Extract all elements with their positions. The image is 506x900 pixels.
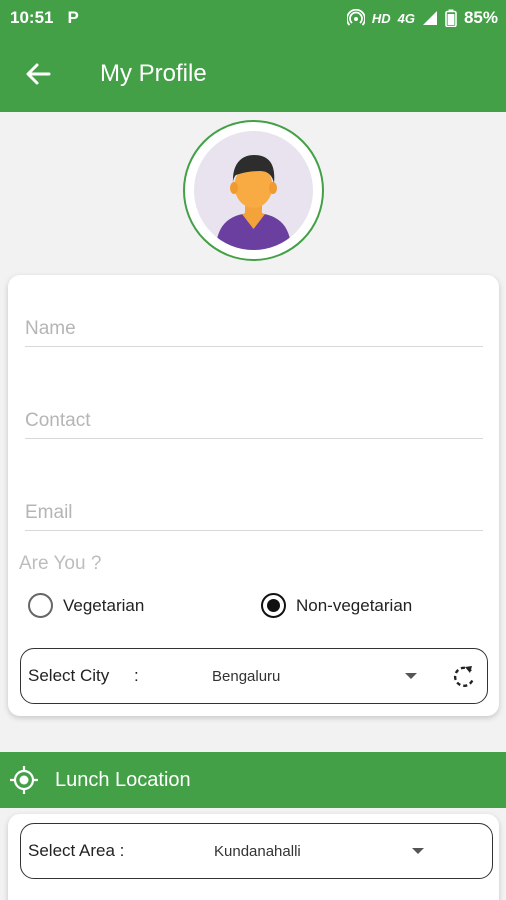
profile-form-card: Name Contact Email Are You ? Vegetarian … — [8, 275, 499, 716]
city-select[interactable]: Select City : Bengaluru — [20, 648, 488, 704]
email-field[interactable]: Email — [25, 479, 483, 531]
lunch-location-card: Select Area : Kundanahalli — [8, 814, 499, 900]
vegetarian-option[interactable]: Vegetarian — [28, 593, 144, 618]
status-time: 10:51 — [10, 8, 54, 27]
avatar-image — [194, 131, 313, 250]
gps-target-icon — [10, 766, 38, 794]
lunch-location-header: Lunch Location — [0, 752, 506, 808]
profile-avatar[interactable] — [183, 120, 324, 261]
app-bar: My Profile — [0, 36, 506, 112]
back-button[interactable] — [0, 36, 78, 112]
non-vegetarian-option[interactable]: Non-vegetarian — [261, 593, 412, 618]
parking-notification-icon: P — [67, 8, 79, 27]
vegetarian-label: Vegetarian — [63, 595, 145, 615]
user-avatar-icon — [216, 155, 291, 250]
status-right-group: HD 4G 85% — [346, 8, 498, 28]
name-field[interactable]: Name — [25, 295, 483, 347]
name-placeholder: Name — [25, 318, 76, 339]
area-select-label: Select Area : — [28, 841, 125, 860]
network-type: 4G — [397, 10, 415, 26]
non-vegetarian-radio[interactable] — [261, 593, 286, 618]
contact-placeholder: Contact — [25, 410, 91, 431]
battery-percentage: 85% — [463, 8, 498, 27]
hd-indicator: HD — [371, 10, 391, 26]
vegetarian-radio[interactable] — [28, 593, 53, 618]
chevron-down-icon — [412, 848, 424, 854]
city-select-value: Bengaluru — [212, 667, 281, 685]
battery-icon — [445, 9, 457, 27]
page-title: My Profile — [100, 60, 207, 87]
are-you-label: Are You ? — [19, 553, 102, 574]
status-bar: 10:51 P HD 4G 85% — [0, 0, 506, 36]
lunch-location-title: Lunch Location — [55, 768, 191, 791]
city-select-colon: : — [134, 666, 139, 685]
non-vegetarian-label: Non-vegetarian — [296, 595, 413, 615]
city-select-label: Select City — [28, 666, 110, 685]
area-select[interactable]: Select Area : Kundanahalli — [20, 823, 493, 879]
arrow-left-icon — [26, 63, 51, 85]
area-select-value: Kundanahalli — [214, 842, 301, 860]
email-placeholder: Email — [25, 502, 73, 523]
contact-field[interactable]: Contact — [25, 387, 483, 439]
signal-icon — [422, 11, 437, 25]
chevron-down-icon — [405, 673, 417, 679]
hotspot-icon — [346, 9, 365, 26]
refresh-icon[interactable] — [451, 663, 477, 689]
